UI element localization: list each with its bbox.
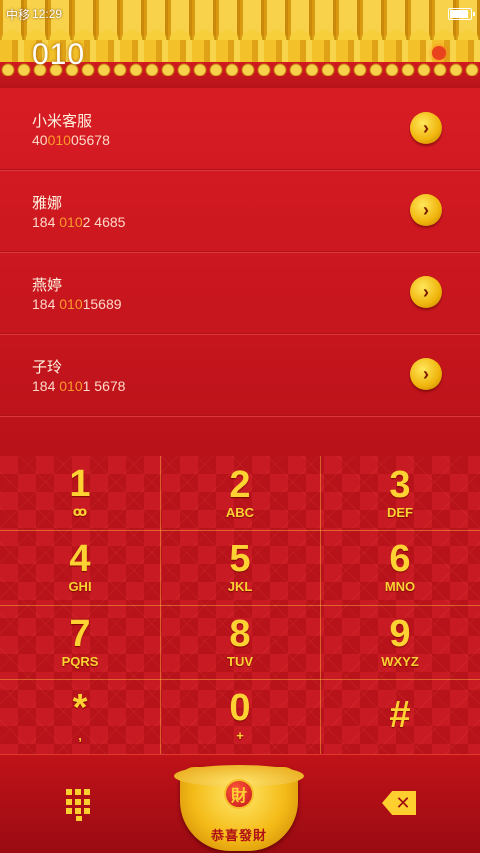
chevron-right-icon[interactable]: › [410,276,442,308]
contact-name: 燕婷 [32,277,63,294]
call-button[interactable]: 財 恭喜發財 [174,765,304,851]
chevron-right-icon[interactable]: › [410,112,442,144]
contact-list: 小米客服 4001005678 › 雅娜 184 0102 4685 › 燕婷 … [0,88,480,456]
chevron-right-icon[interactable]: › [410,194,442,226]
chevron-right-icon[interactable]: › [410,358,442,390]
dialed-number: 010 [32,38,86,71]
contact-number: 184 0102 4685 [32,214,126,230]
key-6[interactable]: 6 MNO [320,530,480,605]
status-bar: 中移 12:29 [0,0,480,28]
key-5[interactable]: 5 JKL [160,530,320,605]
key-star[interactable]: * , [0,679,160,754]
key-hash[interactable]: # [320,679,480,754]
contact-name: 小米客服 [32,113,93,130]
key-4[interactable]: 4 GHI [0,530,160,605]
key-7[interactable]: 7 PQRS [0,605,160,680]
voicemail-icon: ꝏ [72,504,88,520]
contact-name: 子玲 [32,359,63,376]
key-8[interactable]: 8 TUV [160,605,320,680]
dial-keypad: 1 ꝏ 2 ABC 3 DEF 4 GHI 5 JKL 6 MNO 7 PQRS… [0,456,480,754]
list-item[interactable]: 子玲 184 0101 5678 › [0,334,480,416]
contact-number: 184 0101 5678 [32,378,126,394]
list-item[interactable]: 雅娜 184 0102 4685 › [0,170,480,252]
bottom-bar: 財 恭喜發財 ✕ [0,754,480,853]
contact-name: 雅娜 [32,195,63,212]
key-9[interactable]: 9 WXYZ [320,605,480,680]
key-3[interactable]: 3 DEF [320,456,480,531]
menu-button[interactable] [432,46,446,60]
coin-icon: 財 [224,779,254,809]
dialpad-icon[interactable] [66,789,92,821]
carrier-label: 中移 [6,7,31,22]
key-2[interactable]: 2 ABC [160,456,320,531]
contact-number: 184 01015689 [32,296,122,312]
call-button-label: 恭喜發財 [210,828,267,843]
key-1[interactable]: 1 ꝏ [0,456,160,531]
list-item[interactable]: 燕婷 184 01015689 › [0,252,480,334]
list-item[interactable]: 小米客服 4001005678 › [0,88,480,170]
status-time: 12:29 [32,7,63,21]
contact-number: 4001005678 [32,132,110,148]
battery-icon [448,8,475,20]
key-0[interactable]: 0 + [160,679,320,754]
backspace-icon[interactable]: ✕ [382,791,416,815]
